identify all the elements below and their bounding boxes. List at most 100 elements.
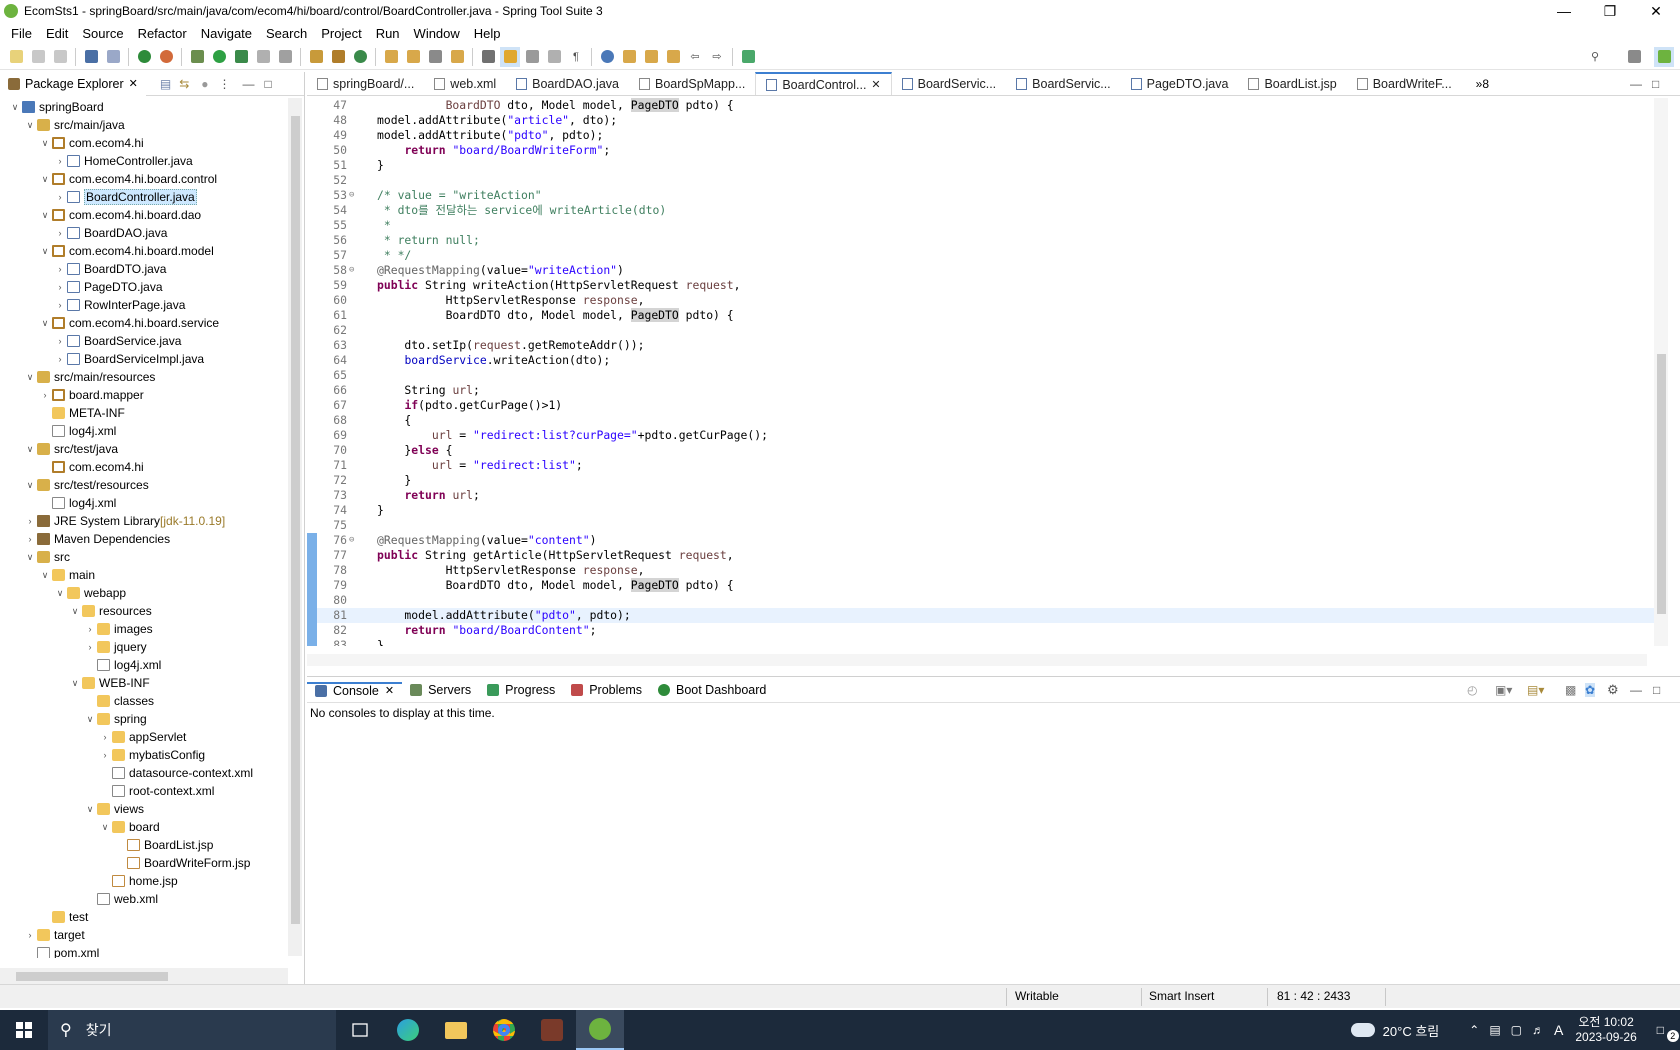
chevron-down-icon[interactable]: ∨ [8, 102, 22, 113]
code-line[interactable]: 77 public String getArticle(HttpServletRe… [307, 548, 1657, 563]
chevron-down-icon[interactable]: ∨ [38, 246, 52, 257]
code-line[interactable]: 48 model.addAttribute("article", dto); [307, 113, 1657, 128]
editor-tab[interactable]: BoardServic... [1006, 72, 1121, 95]
meet-now-icon[interactable]: ▤ [1489, 1023, 1500, 1037]
tab-package-explorer[interactable]: Package Explorer ✕ [0, 71, 146, 96]
code-line[interactable]: 67 if(pdto.getCurPage()>1) [307, 398, 1657, 413]
new-class-icon[interactable] [350, 47, 370, 67]
code-line[interactable]: 62 [307, 323, 1657, 338]
tree-item[interactable]: › JRE System Library [jdk-11.0.19] [0, 512, 288, 530]
annotation-icon[interactable] [478, 47, 498, 67]
chevron-right-icon[interactable]: › [83, 624, 97, 634]
forward-icon[interactable]: ⇨ [707, 47, 727, 67]
chevron-down-icon[interactable]: ∨ [53, 588, 67, 599]
copy-icon[interactable]: ▩ [1565, 683, 1576, 697]
new-package-icon[interactable] [328, 47, 348, 67]
chevron-right-icon[interactable]: › [38, 390, 52, 400]
minimize-button[interactable]: — [1541, 0, 1587, 22]
menu-window[interactable]: Window [407, 26, 467, 41]
file-explorer-icon[interactable] [432, 1010, 480, 1050]
tree-item[interactable]: root-context.xml [0, 782, 288, 800]
skip-breakpoints-icon[interactable] [103, 47, 123, 67]
tree-item[interactable]: ∨ src/main/resources [0, 368, 288, 386]
editor-tab[interactable]: PageDTO.java [1121, 72, 1239, 95]
spring-boot-icon[interactable] [134, 47, 154, 67]
volume-icon[interactable]: ♬ [1532, 1023, 1544, 1037]
tree-item[interactable]: ∨ springBoard [0, 98, 288, 116]
editor-tab-overflow[interactable]: »8 [1476, 77, 1489, 91]
editor-tab[interactable]: springBoard/... [307, 72, 424, 95]
code-line[interactable]: 51} [307, 158, 1657, 173]
editor-tab[interactable]: web.xml [424, 72, 506, 95]
tree-item[interactable]: web.xml [0, 890, 288, 908]
code-line[interactable]: 52 [307, 173, 1657, 188]
game-app-icon[interactable] [528, 1010, 576, 1050]
editor-tab[interactable]: BoardControl... ✕ [755, 72, 892, 95]
chevron-down-icon[interactable]: ∨ [68, 678, 82, 689]
view-menu-icon[interactable]: ⋮ [219, 77, 231, 91]
close-button[interactable]: ✕ [1633, 0, 1679, 22]
tree-item[interactable]: › BoardServiceImpl.java [0, 350, 288, 368]
code-line[interactable]: 82 return "board/BoardContent"; [307, 623, 1657, 638]
code-line[interactable]: 55 * [307, 218, 1657, 233]
tree-item[interactable]: ∨ src/test/java [0, 440, 288, 458]
menu-help[interactable]: Help [467, 26, 508, 41]
tab-boot-dashboard[interactable]: Boot Dashboard [650, 683, 774, 697]
code-line[interactable]: 49 model.addAttribute("pdto", pdto); [307, 128, 1657, 143]
run-icon[interactable] [209, 47, 229, 67]
close-icon[interactable]: ✕ [871, 78, 880, 91]
menu-navigate[interactable]: Navigate [194, 26, 259, 41]
chevron-down-icon[interactable]: ∨ [83, 714, 97, 725]
fold-icon[interactable]: ⊖ [349, 188, 359, 203]
tab-servers[interactable]: Servers [402, 683, 479, 697]
last-edit-icon[interactable] [663, 47, 683, 67]
chevron-down-icon[interactable]: ∨ [98, 822, 112, 833]
chevron-down-icon[interactable]: ∨ [38, 174, 52, 185]
debug-icon[interactable] [187, 47, 207, 67]
code-line[interactable]: 53 ⊖ /* value = "writeAction" [307, 188, 1657, 203]
collapse-all-icon[interactable]: ▤ [160, 77, 171, 91]
pin-console-icon[interactable]: ◴ [1467, 683, 1477, 697]
chevron-right-icon[interactable]: › [98, 732, 112, 742]
search-tool-icon[interactable] [425, 47, 445, 67]
gear-icon[interactable]: ⚙ [1607, 682, 1619, 698]
terminal-icon[interactable] [81, 47, 101, 67]
tree-item[interactable]: › board.mapper [0, 386, 288, 404]
tree-item[interactable]: ∨ views [0, 800, 288, 818]
code-line[interactable]: 59 public String writeAction(HttpServletR… [307, 278, 1657, 293]
close-icon[interactable]: ✕ [129, 77, 138, 90]
code-line[interactable]: 61 BoardDTO dto, Model model, PageDTO pd… [307, 308, 1657, 323]
tab-console[interactable]: Console ✕ [307, 681, 403, 698]
tree-item[interactable]: classes [0, 692, 288, 710]
maximize-view-icon[interactable]: □ [1652, 77, 1659, 91]
chevron-down-icon[interactable]: ∨ [23, 120, 37, 131]
tree-item[interactable]: test [0, 908, 288, 926]
fold-icon[interactable]: ⊖ [349, 533, 359, 548]
open-console-icon[interactable]: ▤▾ [1527, 683, 1544, 697]
scrollbar-thumb[interactable] [16, 972, 168, 981]
tree-item[interactable]: ∨ main [0, 566, 288, 584]
code-line[interactable]: 47 BoardDTO dto, Model model, PageDTO pd… [307, 98, 1657, 113]
tree-item[interactable]: ∨ webapp [0, 584, 288, 602]
chevron-down-icon[interactable]: ∨ [23, 480, 37, 491]
chevron-right-icon[interactable]: › [23, 534, 37, 544]
chevron-down-icon[interactable]: ∨ [38, 210, 52, 221]
chevron-right-icon[interactable]: › [53, 192, 67, 202]
tree-item[interactable]: ∨ spring [0, 710, 288, 728]
scrollbar-thumb[interactable] [291, 116, 300, 924]
new-java-project-icon[interactable] [306, 47, 326, 67]
chevron-right-icon[interactable]: › [23, 516, 37, 526]
code-line[interactable]: 69 url = "redirect:list?curPage="+pdto.g… [307, 428, 1657, 443]
code-line[interactable]: 72 } [307, 473, 1657, 488]
code-line[interactable]: 83} [307, 638, 1657, 646]
back-icon[interactable]: ⇦ [685, 47, 705, 67]
pilcrow-icon[interactable]: ¶ [566, 47, 586, 67]
spring-perspective-icon[interactable] [1654, 46, 1674, 67]
menu-source[interactable]: Source [75, 26, 130, 41]
tree-item[interactable]: BoardWriteForm.jsp [0, 854, 288, 872]
pin-editor-icon[interactable] [738, 47, 758, 67]
tree-item[interactable]: › BoardController.java [0, 188, 288, 206]
tab-progress[interactable]: Progress [479, 683, 563, 697]
open-type-icon[interactable] [381, 47, 401, 67]
tree-item[interactable]: ∨ src/test/resources [0, 476, 288, 494]
